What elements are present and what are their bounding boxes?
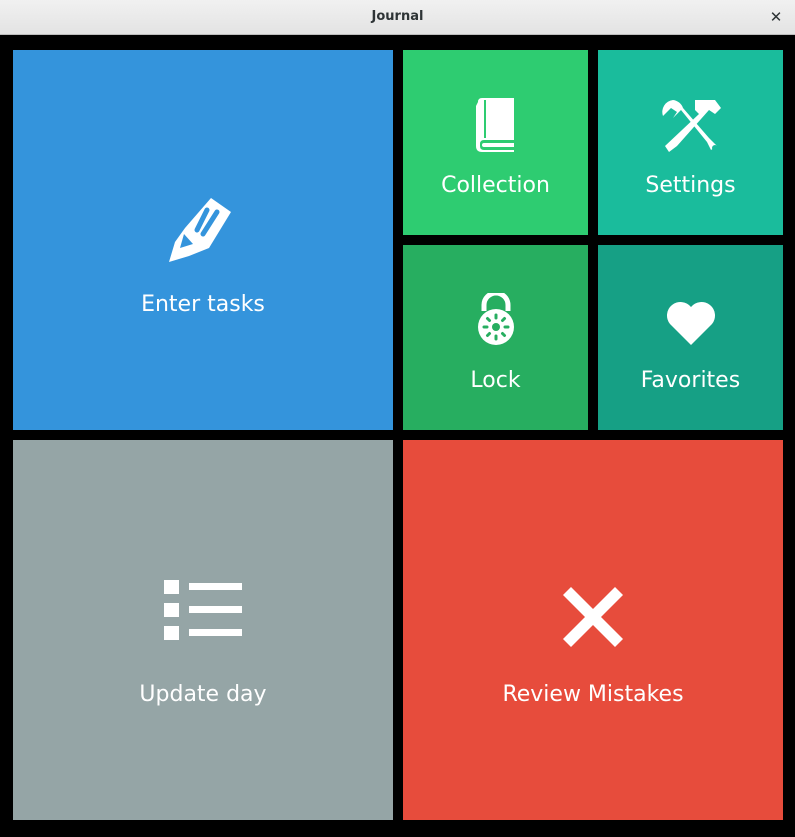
- tile-label: Collection: [441, 173, 550, 198]
- tile-lock[interactable]: Lock: [403, 245, 588, 430]
- tile-update-day[interactable]: Update day: [13, 440, 393, 820]
- tile-label: Update day: [139, 682, 267, 707]
- list-icon: [164, 580, 242, 642]
- close-button[interactable]: ✕: [765, 6, 787, 28]
- tile-favorites[interactable]: Favorites: [598, 245, 783, 430]
- book-icon: [474, 98, 518, 152]
- heart-icon: [666, 301, 716, 345]
- window-title: Journal: [371, 9, 424, 24]
- tile-label: Settings: [645, 173, 736, 198]
- title-bar: Journal ✕: [0, 0, 795, 35]
- close-icon: ✕: [769, 8, 783, 26]
- tile-settings[interactable]: Settings: [598, 50, 783, 235]
- lock-icon: [476, 290, 516, 345]
- tile-enter-tasks[interactable]: Enter tasks: [13, 50, 393, 430]
- tile-label: Favorites: [640, 368, 741, 393]
- tile-label: Lock: [470, 368, 521, 393]
- tile-collection[interactable]: Collection: [403, 50, 588, 235]
- tile-label: Enter tasks: [141, 292, 265, 317]
- tools-icon: [659, 98, 723, 154]
- tile-grid: Enter tasks Collection Settings Lock Fav…: [0, 35, 795, 837]
- pencil-icon: [167, 190, 239, 262]
- tile-review-mistakes[interactable]: Review Mistakes: [403, 440, 783, 820]
- tile-label: Review Mistakes: [502, 682, 684, 707]
- x-mark-icon: [563, 587, 623, 647]
